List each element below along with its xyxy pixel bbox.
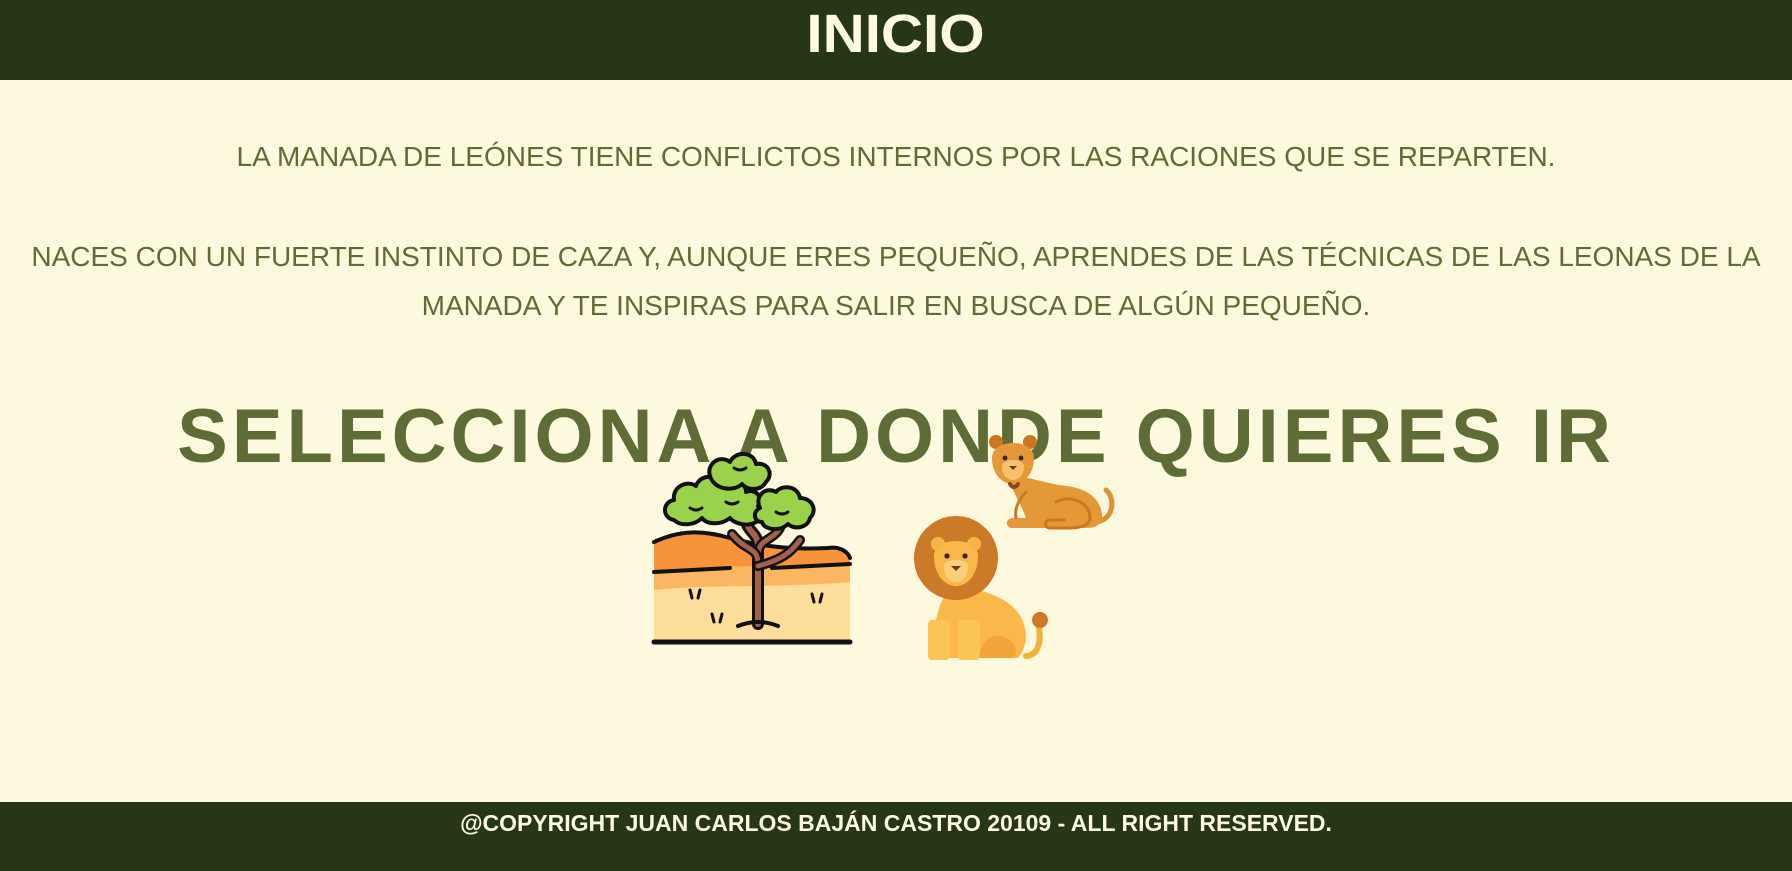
main-content: LA MANADA DE LEÓNES TIENE CONFLICTOS INT… <box>0 80 1792 802</box>
story-paragraph-2: NACES CON UN FUERTE INSTINTO DE CAZA Y, … <box>31 241 1761 321</box>
page-footer: @COPYRIGHT JUAN CARLOS BAJÁN CASTRO 2010… <box>0 802 1792 871</box>
lion-icon <box>914 516 1048 660</box>
savanna-tree-icon <box>651 452 853 645</box>
lion-choice-link[interactable] <box>914 512 1054 662</box>
story-paragraph-1: LA MANADA DE LEÓNES TIENE CONFLICTOS INT… <box>236 141 1556 172</box>
choice-prompt-heading: SELECCIONA A DONDE QUIERES IR <box>177 394 1615 479</box>
savanna-choice-link[interactable] <box>650 446 860 651</box>
copyright-text: @COPYRIGHT JUAN CARLOS BAJÁN CASTRO 2010… <box>460 810 1332 836</box>
page-title: INICIO <box>806 4 986 64</box>
page-header: INICIO <box>0 0 1792 80</box>
